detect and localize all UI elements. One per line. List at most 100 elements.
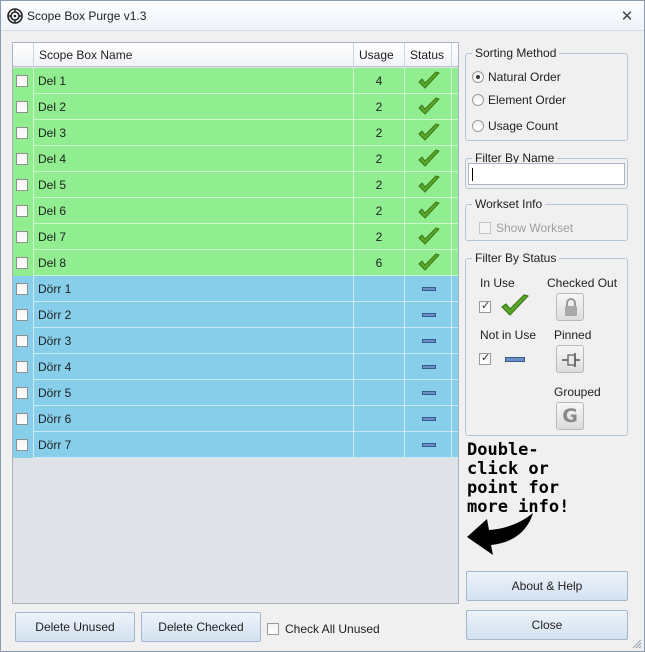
row-end-cell <box>452 302 458 328</box>
row-checkbox[interactable] <box>16 413 28 425</box>
table-row[interactable]: Del 42 <box>13 146 458 172</box>
row-checkbox[interactable] <box>16 439 28 451</box>
row-checkbox[interactable] <box>16 101 28 113</box>
grouped-tile[interactable]: G <box>556 402 584 430</box>
app-logo-icon <box>7 8 23 24</box>
table-row[interactable]: Dörr 7 <box>13 432 458 458</box>
window-title: Scope Box Purge v1.3 <box>27 9 147 23</box>
row-status <box>405 276 452 302</box>
not-in-use-dash-icon <box>422 417 436 421</box>
table-row[interactable]: Del 52 <box>13 172 458 198</box>
row-select-cell <box>13 406 34 432</box>
show-workset-checkbox[interactable] <box>479 222 491 234</box>
row-checkbox[interactable] <box>16 153 28 165</box>
filter-by-status-title: Filter By Status <box>472 251 560 265</box>
row-checkbox[interactable] <box>16 205 28 217</box>
row-checkbox[interactable] <box>16 283 28 295</box>
table-row[interactable]: Del 32 <box>13 120 458 146</box>
table-row[interactable]: Dörr 1 <box>13 276 458 302</box>
row-select-cell <box>13 432 34 458</box>
in-use-check-icon <box>418 123 440 141</box>
row-checkbox[interactable] <box>16 387 28 399</box>
delete-unused-button[interactable]: Delete Unused <box>15 612 135 642</box>
workset-info-title: Workset Info <box>472 197 546 211</box>
close-button[interactable]: Close <box>466 610 628 640</box>
row-checkbox[interactable] <box>16 335 28 347</box>
row-status <box>405 328 452 354</box>
pinned-tile[interactable] <box>556 345 584 373</box>
header-status[interactable]: Status <box>405 43 452 67</box>
row-usage: 2 <box>354 120 405 146</box>
not-in-use-dash-icon <box>422 287 436 291</box>
row-select-cell <box>13 172 34 198</box>
row-status <box>405 224 452 250</box>
row-usage <box>354 380 405 406</box>
header-name[interactable]: Scope Box Name <box>34 43 354 67</box>
window-close-icon[interactable]: ✕ <box>618 7 636 25</box>
row-usage <box>354 432 405 458</box>
row-checkbox[interactable] <box>16 309 28 321</box>
header-usage[interactable]: Usage <box>354 43 405 67</box>
row-usage: 2 <box>354 146 405 172</box>
row-end-cell <box>452 276 458 302</box>
group-g-icon: G <box>562 405 578 427</box>
row-select-cell <box>13 354 34 380</box>
in-use-check-icon <box>418 149 440 167</box>
row-checkbox[interactable] <box>16 75 28 87</box>
resize-grip-icon[interactable] <box>632 639 642 649</box>
filter-by-status-group: Filter By Status In Use Checked Out Not … <box>465 251 628 436</box>
table-row[interactable]: Del 62 <box>13 198 458 224</box>
filter-name-input[interactable] <box>468 163 625 185</box>
not-in-use-dash-icon <box>422 365 436 369</box>
row-status <box>405 380 452 406</box>
row-name: Del 6 <box>34 198 354 224</box>
about-help-button[interactable]: About & Help <box>466 571 628 601</box>
table-row[interactable]: Del 86 <box>13 250 458 276</box>
row-checkbox[interactable] <box>16 179 28 191</box>
row-select-cell <box>13 146 34 172</box>
grouped-label: Grouped <box>554 385 601 399</box>
checked-out-tile[interactable] <box>556 293 584 321</box>
radio-element-order-indicator[interactable] <box>472 94 484 106</box>
row-select-cell <box>13 250 34 276</box>
workset-info-group: Workset Info Show Workset <box>465 197 628 241</box>
row-checkbox[interactable] <box>16 257 28 269</box>
in-use-check-icon <box>418 201 440 219</box>
row-usage <box>354 276 405 302</box>
table-row[interactable]: Dörr 6 <box>13 406 458 432</box>
not-in-use-dash-icon <box>422 313 436 317</box>
row-name: Del 8 <box>34 250 354 276</box>
row-usage <box>354 354 405 380</box>
radio-natural-order-indicator[interactable] <box>472 71 484 83</box>
check-all-unused-checkbox[interactable] <box>267 623 279 635</box>
sorting-method-title: Sorting Method <box>472 46 560 60</box>
row-checkbox[interactable] <box>16 361 28 373</box>
row-checkbox[interactable] <box>16 231 28 243</box>
row-end-cell <box>452 120 458 146</box>
table-row[interactable]: Dörr 5 <box>13 380 458 406</box>
row-name: Dörr 6 <box>34 406 354 432</box>
scope-box-grid[interactable]: Scope Box Name Usage Status Del 1 4 Del 22… <box>12 42 459 604</box>
table-row[interactable]: Del 72 <box>13 224 458 250</box>
radio-usage-count-label: Usage Count <box>488 119 559 133</box>
row-select-cell <box>13 380 34 406</box>
row-end-cell <box>452 224 458 250</box>
radio-usage-count-indicator[interactable] <box>472 120 484 132</box>
row-usage <box>354 406 405 432</box>
not-in-use-checkbox[interactable] <box>479 351 491 365</box>
table-row[interactable]: Dörr 2 <box>13 302 458 328</box>
table-row[interactable]: Dörr 4 <box>13 354 458 380</box>
table-row[interactable]: Del 14 <box>13 68 458 94</box>
not-in-use-label: Not in Use <box>480 328 537 342</box>
row-select-cell <box>13 224 34 250</box>
row-select-cell <box>13 328 34 354</box>
hint-text: Double- click or point for more info! <box>467 440 570 517</box>
table-row[interactable]: Dörr 3 <box>13 328 458 354</box>
table-row[interactable]: Del 22 <box>13 94 458 120</box>
delete-checked-button[interactable]: Delete Checked <box>141 612 261 642</box>
in-use-checkbox[interactable] <box>479 299 491 313</box>
row-status <box>405 432 452 458</box>
row-checkbox[interactable] <box>16 127 28 139</box>
row-end-cell <box>452 406 458 432</box>
row-usage: 2 <box>354 172 405 198</box>
